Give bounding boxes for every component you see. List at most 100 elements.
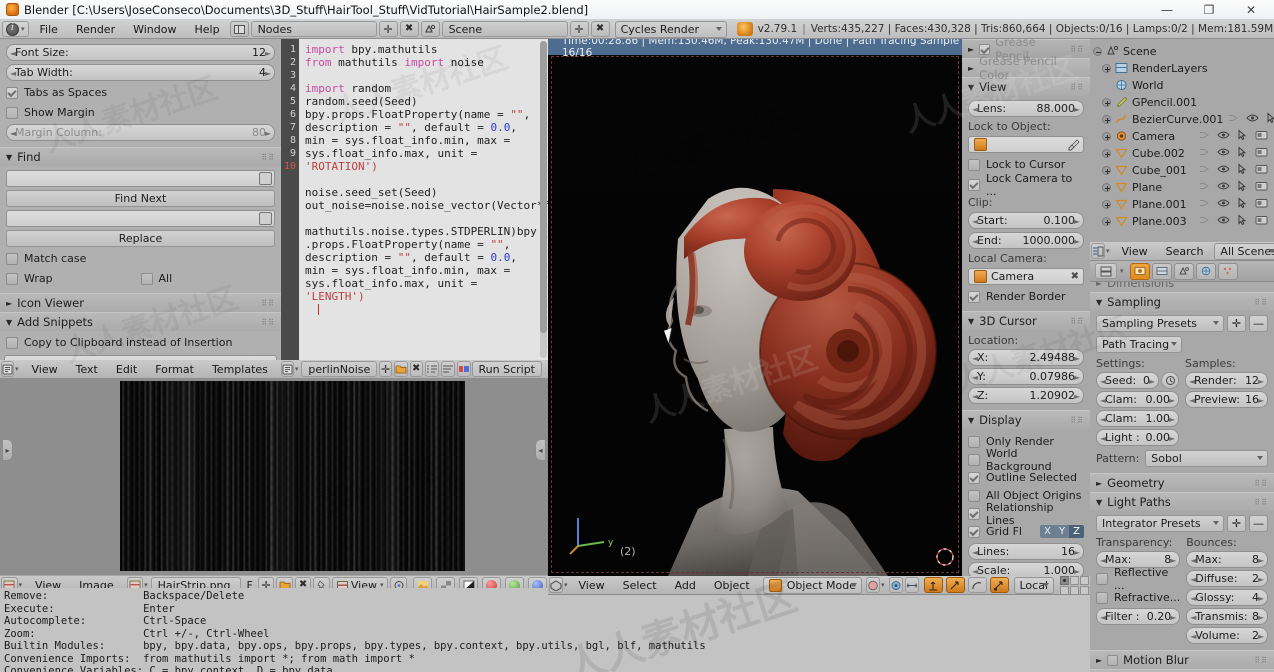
local-camera-field[interactable]: Camera ✖ [968, 268, 1084, 285]
outliner-item-renderlayers[interactable]: RenderLayers [1090, 60, 1274, 77]
panel-sampling[interactable]: ▼ Sampling ⠿⠿ [1090, 292, 1274, 311]
image-left-panel-toggle[interactable]: ▸ [2, 439, 13, 461]
all-checkbox[interactable]: All [140, 270, 276, 287]
run-script-button[interactable]: Run Script [471, 361, 542, 377]
lock-to-object-field[interactable] [968, 136, 1084, 153]
panel-find[interactable]: ▼ Find ⠿⠿ [0, 147, 281, 166]
viewport-shading-icon[interactable] [865, 577, 880, 593]
outliner-expander[interactable] [1102, 98, 1111, 107]
panel-grease-pencil-color[interactable]: ► Grease Pencil Color [962, 54, 1090, 82]
text-datablock-icon[interactable] [280, 361, 294, 377]
editor-type-outliner-icon[interactable] [1091, 243, 1105, 259]
renderable-camera-icon[interactable] [1255, 197, 1268, 212]
text-menu-text[interactable]: Text [67, 360, 107, 378]
screen-layout-field[interactable]: Nodes [250, 21, 377, 37]
image-canvas[interactable] [120, 381, 465, 571]
clamp-direct-field[interactable]: ◄ ► Clam: 0.00 [1096, 391, 1179, 408]
scene-name-field[interactable]: Scene [441, 21, 568, 37]
outliner-item-camera[interactable]: Camera [1090, 128, 1274, 145]
selectable-cursor-icon[interactable] [1265, 112, 1274, 127]
renderable-camera-icon[interactable] [1255, 146, 1268, 161]
panel-icon-viewer[interactable]: ► Icon Viewer ⠿⠿ [0, 293, 281, 312]
editor-type-text-icon[interactable] [1, 361, 14, 377]
replace-button[interactable]: Replace [6, 230, 275, 247]
outliner-item-world[interactable]: World [1090, 77, 1274, 94]
outliner-expander[interactable] [1102, 200, 1111, 209]
text-filename-field[interactable]: perlinNoise [301, 361, 378, 377]
find-next-button[interactable]: Find Next [6, 190, 275, 207]
checkbox-icon[interactable] [1107, 654, 1119, 666]
text-menu-view[interactable]: View [23, 360, 67, 378]
grid-axis-x-toggle[interactable]: X [1040, 525, 1056, 538]
outliner-expander[interactable] [1093, 47, 1102, 56]
filter-glossy-field[interactable]: ◄ ► Filter : 0.20 [1096, 608, 1181, 625]
console-output[interactable]: Remove: Backspace/Delete Execute: Enter … [0, 588, 1090, 672]
tab-particles[interactable] [1217, 262, 1238, 280]
find-input[interactable] [6, 170, 275, 187]
match-case-checkbox[interactable]: Match case [6, 250, 275, 267]
outliner-expander[interactable] [1102, 64, 1111, 73]
pivot-point-icon[interactable] [888, 577, 903, 593]
scene-icon[interactable] [420, 21, 440, 37]
outliner-item-cube-001[interactable]: Cube_001 [1090, 162, 1274, 179]
minimize-button[interactable]: — [1146, 0, 1188, 20]
grid-lines-field[interactable]: ◄ ► Lines: 16 [968, 543, 1084, 560]
panel-motion-blur[interactable]: ► Motion Blur ⠿⠿ [1090, 650, 1274, 669]
add-screen-button[interactable]: ✛ [378, 21, 398, 37]
remove-integrator-preset-button[interactable]: — [1249, 515, 1268, 532]
grid-floor-checkbox[interactable]: Grid Fl X Y Z [968, 523, 1084, 540]
add-preset-button[interactable]: ✛ [1227, 315, 1246, 332]
viewport-3d-canvas[interactable]: Time:00:28.86 | Mem:130.46M, Peak:130.47… [548, 39, 962, 576]
syntax-highlight-toggle[interactable] [456, 361, 471, 377]
view3d-menu-object[interactable]: Object [705, 576, 759, 594]
view3d-menu-view[interactable]: View [570, 576, 614, 594]
grid-axis-y-toggle[interactable]: Y [1055, 525, 1070, 538]
cursor-x-field[interactable]: ◄ ► X: 2.49488 [968, 349, 1084, 366]
outliner-item-plane-003[interactable]: Plane.003 [1090, 213, 1274, 230]
delete-scene-button[interactable]: ✖ [590, 21, 610, 37]
refractive-caustics-checkbox[interactable]: Refractive... [1096, 589, 1180, 606]
text-menu-edit[interactable]: Edit [107, 360, 146, 378]
rotate-manipulator-icon[interactable] [967, 577, 987, 593]
tabs-as-spaces-checkbox[interactable]: Tabs as Spaces [6, 84, 275, 101]
outliner-item-beziercurve-001[interactable]: BezierCurve.001 [1090, 111, 1274, 128]
bounces-max-field[interactable]: ◄ ► Max: 8 [1186, 551, 1268, 568]
screen-layout-icon[interactable] [229, 21, 249, 37]
show-margin-checkbox[interactable]: Show Margin [6, 104, 275, 121]
panel-display[interactable]: ▼ Display ⠿⠿ [962, 410, 1090, 429]
outliner-expander[interactable] [1102, 183, 1111, 192]
outliner-item-plane[interactable]: Plane [1090, 179, 1274, 196]
selectable-cursor-icon[interactable] [1236, 180, 1249, 195]
tab-render[interactable] [1129, 262, 1150, 280]
glossy-bounces-field[interactable]: ◄ ► Glossy: 4 [1186, 589, 1268, 606]
selectable-cursor-icon[interactable] [1236, 163, 1249, 178]
code-content[interactable]: import bpy.mathutils from mathutils impor… [299, 39, 548, 360]
relationship-lines-checkbox[interactable]: Relationship Lines [968, 501, 1084, 527]
selectable-cursor-icon[interactable] [1236, 214, 1249, 229]
diffuse-bounces-field[interactable]: ◄ ► Diffuse: 2 [1186, 570, 1268, 587]
visibility-eye-icon[interactable] [1217, 214, 1230, 229]
outliner-display-mode-dropdown[interactable]: All Scenes [1214, 242, 1274, 260]
reflective-caustics-checkbox[interactable]: Reflective ... [1096, 566, 1180, 592]
panel-geometry[interactable]: ► Geometry ⠿⠿ [1090, 473, 1274, 492]
visibility-eye-icon[interactable] [1217, 146, 1230, 161]
scene-layers-widget[interactable] [1060, 576, 1090, 594]
outliner-expander[interactable] [1102, 166, 1111, 175]
add-scene-button[interactable]: ✛ [569, 21, 589, 37]
snap-icon[interactable] [904, 577, 919, 593]
lock-to-cursor-checkbox[interactable]: Lock to Cursor [968, 156, 1084, 173]
preview-samples-field[interactable]: ◄ ► Preview: 16 [1185, 391, 1268, 408]
panel-3d-cursor[interactable]: ▼ 3D Cursor ⠿⠿ [962, 311, 1090, 330]
grid-scale-field[interactable]: ◄ ► Scale: 1.000 [968, 562, 1084, 576]
transparency-max-field[interactable]: ◄ ► Max: 8 [1096, 551, 1181, 568]
delete-screen-button[interactable]: ✖ [399, 21, 419, 37]
menu-file[interactable]: File [31, 20, 67, 39]
integrator-dropdown[interactable]: Path Tracing [1096, 336, 1182, 353]
outliner-item-gpencil-001[interactable]: GPencil.001 [1090, 94, 1274, 111]
outliner-menu-view[interactable]: View [1113, 242, 1157, 260]
renderable-camera-icon[interactable] [1255, 180, 1268, 195]
new-text-button[interactable]: ✛ [379, 361, 392, 377]
outliner-expander[interactable] [1102, 115, 1111, 124]
render-border-checkbox[interactable]: Render Border [968, 288, 1084, 305]
tab-render-layers[interactable] [1151, 262, 1172, 280]
